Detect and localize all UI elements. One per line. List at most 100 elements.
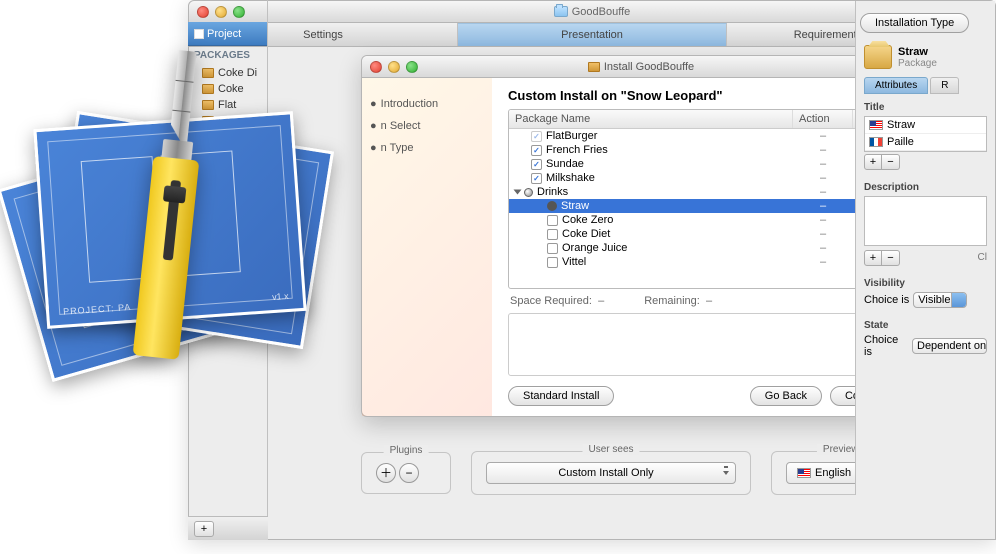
title-row[interactable]: Straw — [865, 117, 986, 134]
installer-minimize-button[interactable] — [388, 61, 400, 73]
package-row[interactable]: Straw – — [509, 199, 903, 213]
installer-heading: Custom Install on "Snow Leopard" — [508, 88, 904, 103]
installer-description-box — [508, 313, 904, 376]
installer-step: ●n Type — [370, 142, 484, 154]
standard-install-button[interactable]: Standard Install — [508, 386, 614, 406]
installer-step: ●n Select — [370, 120, 484, 132]
package-action: – — [793, 144, 853, 156]
installer-title: Install GoodBouffe — [418, 61, 864, 73]
package-name: French Fries — [546, 144, 608, 156]
package-row[interactable]: Drinks – — [509, 185, 903, 199]
installer-zoom-button[interactable] — [406, 61, 418, 73]
installation-type-button[interactable]: Installation Type — [860, 13, 969, 33]
checkbox[interactable] — [547, 229, 558, 240]
package-row[interactable]: Coke Zero– — [509, 213, 903, 227]
blueprint-label: PROJECT: PA — [63, 302, 132, 317]
inspector-item-kind: Package — [898, 58, 937, 69]
package-action: – — [793, 186, 853, 198]
checkbox[interactable] — [531, 173, 542, 184]
package-name: Vittel — [562, 256, 586, 268]
package-name: Straw — [561, 200, 589, 212]
checkbox[interactable] — [547, 215, 558, 226]
usersees-popup[interactable]: Custom Install Only — [486, 462, 736, 484]
inspector-description-section: Description + − Cl — [856, 174, 995, 270]
inspector-tab-other[interactable]: R — [930, 77, 959, 94]
title-row[interactable]: Paille — [865, 134, 986, 151]
package-row[interactable]: Milkshake– — [509, 171, 903, 185]
state-label: State — [864, 320, 987, 331]
package-action: – — [793, 242, 853, 254]
package-action: – — [793, 256, 853, 268]
package-name: Drinks — [537, 186, 568, 198]
clear-label[interactable]: Cl — [978, 252, 987, 263]
package-action: – — [793, 200, 853, 212]
package-action: – — [793, 214, 853, 226]
package-action: – — [793, 130, 853, 142]
sidebar-tab-bar: Project — [188, 22, 267, 46]
package-row[interactable]: FlatBurger– — [509, 129, 903, 143]
package-action: – — [793, 228, 853, 240]
plugins-legend: Plugins — [384, 445, 429, 456]
add-title-button[interactable]: + — [864, 154, 882, 170]
package-row[interactable]: Vittel – — [509, 255, 903, 269]
package-rows: FlatBurger–French Fries–Sundae–Milkshake… — [509, 129, 903, 288]
checkbox[interactable] — [531, 131, 542, 142]
blueprint-version: v1.x — [272, 291, 289, 302]
go-back-button[interactable]: Go Back — [750, 386, 822, 406]
description-add-remove: + − — [864, 250, 900, 266]
flag-icon — [797, 468, 811, 478]
visibility-label: Visibility — [864, 278, 987, 289]
checkbox[interactable] — [547, 257, 558, 268]
title-locale-table: Straw Paille — [864, 116, 987, 152]
description-label: Description — [864, 182, 987, 193]
package-table-header: Package Name Action Size — [509, 110, 903, 129]
remove-title-button[interactable]: − — [882, 154, 900, 170]
installer-title-text: Install GoodBouffe — [604, 61, 694, 73]
flag-icon — [869, 137, 883, 147]
package-row[interactable]: Orange Juice – — [509, 241, 903, 255]
folder-icon — [554, 6, 568, 17]
description-textarea[interactable] — [864, 196, 987, 246]
tab-presentation[interactable]: Presentation — [458, 23, 727, 46]
disk-icon — [524, 188, 533, 197]
installer-space-info: Space Required: – Remaining: – — [508, 289, 904, 313]
title-add-remove: + − — [864, 154, 987, 170]
flag-icon — [869, 120, 883, 130]
installer-close-button[interactable] — [370, 61, 382, 73]
usersees-fieldset: User sees Custom Install Only — [471, 451, 751, 495]
inspector-tab-attributes[interactable]: Attributes — [864, 77, 928, 94]
package-row[interactable]: Coke Diet– — [509, 227, 903, 241]
gear-icon — [547, 201, 557, 211]
package-action: – — [793, 172, 853, 184]
package-row[interactable]: Sundae– — [509, 157, 903, 171]
usersees-legend: User sees — [582, 444, 639, 455]
installer-titlebar: Install GoodBouffe — [362, 56, 920, 78]
checkbox[interactable] — [531, 145, 542, 156]
add-description-button[interactable]: + — [864, 250, 882, 266]
package-box-icon — [864, 45, 892, 69]
remove-plugin-button[interactable]: − — [399, 463, 419, 483]
window-title: GoodBouffe — [245, 6, 939, 18]
col-action[interactable]: Action — [793, 110, 853, 128]
add-package-button[interactable]: + — [194, 521, 214, 537]
inspector-visibility-section: Visibility Choice is Visible — [856, 270, 995, 312]
installer-step: ●Introduction — [370, 98, 484, 110]
remove-description-button[interactable]: − — [882, 250, 900, 266]
col-package-name[interactable]: Package Name — [509, 110, 793, 128]
window-title-text: GoodBouffe — [572, 6, 631, 18]
checkbox[interactable] — [531, 159, 542, 170]
package-name: Orange Juice — [562, 242, 627, 254]
checkbox[interactable] — [547, 243, 558, 254]
visibility-choice-label: Choice is — [864, 294, 909, 306]
blueprint-artwork: PROJECT: PA v1.x — [20, 100, 340, 420]
disclosure-triangle-icon[interactable] — [514, 190, 522, 195]
visibility-popup[interactable]: Visible — [913, 292, 967, 308]
installer-buttons: Standard Install Go Back Continue — [508, 376, 904, 406]
state-popup[interactable]: Dependent on Oth — [912, 338, 987, 354]
add-plugin-button[interactable]: ＋ — [376, 463, 396, 483]
sidebar-tab-project[interactable]: Project — [194, 28, 241, 40]
package-row[interactable]: French Fries – — [509, 143, 903, 157]
installer-steps-sidebar: ●Introduction ●n Select ●n Type — [362, 78, 492, 416]
installer-window-controls — [362, 61, 418, 73]
plugins-fieldset: Plugins ＋ − — [361, 452, 451, 495]
